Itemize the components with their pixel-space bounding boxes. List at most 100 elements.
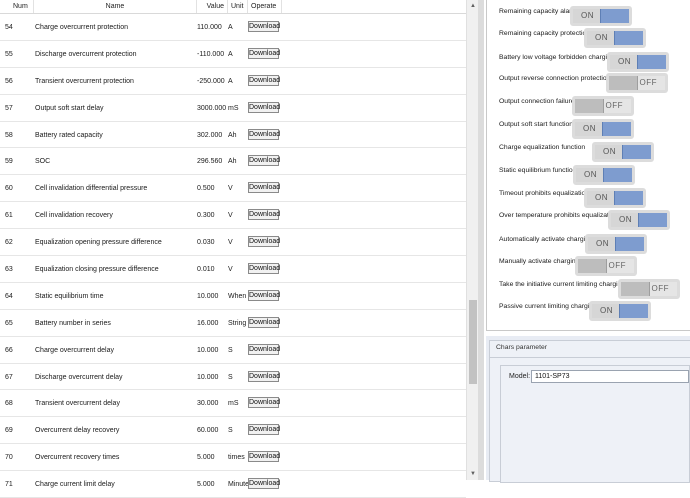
toggle-switch[interactable]: ON <box>585 234 647 254</box>
toggle-switch[interactable]: ON <box>584 188 646 208</box>
scroll-thumb[interactable] <box>469 300 477 384</box>
download-button[interactable]: Download <box>248 128 280 140</box>
table-header: Num Name Value Unit Operate <box>0 0 466 14</box>
row-name: Overcurrent recovery times <box>35 454 120 462</box>
table-row[interactable]: 54 Charge overcurrent protection 110.000 A D… <box>0 14 466 41</box>
row-value: 5.000 <box>197 454 215 462</box>
toggle-state-text: ON <box>584 170 597 179</box>
download-button[interactable]: Download <box>248 316 280 328</box>
toggle-state-text: ON <box>600 306 613 315</box>
toggle-state-text: ON <box>595 193 608 202</box>
toggle-knob <box>603 168 632 182</box>
header-name[interactable]: Name <box>34 0 197 13</box>
row-name: Battery rated capacity <box>35 131 103 139</box>
download-button[interactable]: Download <box>248 263 280 275</box>
table-row[interactable]: 68 Transient overcurrent delay 30.000 mS Dow… <box>0 390 466 418</box>
chars-parameter-group: Chars parameter Model: <box>489 340 690 483</box>
download-button[interactable]: Download <box>248 424 280 436</box>
switch-label: Passive current limiting charging <box>499 303 597 310</box>
download-button[interactable]: Download <box>248 289 280 301</box>
switch-label: Take the initiative current limiting cha… <box>499 281 626 288</box>
download-button[interactable]: Download <box>248 101 280 113</box>
download-button[interactable]: Download <box>248 155 280 167</box>
toggle-switch[interactable]: ON <box>592 142 654 162</box>
download-button[interactable]: Download <box>248 343 280 355</box>
toggle-state-text: ON <box>618 57 631 66</box>
table-row[interactable]: 61 Cell invalidation recovery 0.300 V Downlo… <box>0 202 466 230</box>
row-name: Cell invalidation recovery <box>35 212 113 220</box>
header-num[interactable]: Num <box>0 0 34 13</box>
header-operate[interactable]: Operate <box>248 0 282 13</box>
row-unit: V <box>228 266 233 274</box>
toggle-switch[interactable]: OFF <box>606 73 668 93</box>
toggle-switch[interactable]: ON <box>589 301 651 321</box>
toggle-knob <box>600 9 629 23</box>
table-row[interactable]: 57 Output soft start delay 3000.000 mS Downl… <box>0 95 466 122</box>
download-button[interactable]: Download <box>248 397 280 409</box>
table-row[interactable]: 65 Battery number in series 16.000 String Do… <box>0 310 466 337</box>
download-button[interactable]: Download <box>248 182 280 194</box>
table-row[interactable]: 69 Overcurrent delay recovery 60.000 S Downl… <box>0 417 466 445</box>
row-unit: S <box>228 346 233 354</box>
switch-label: Output soft start function <box>499 121 574 128</box>
table-row[interactable]: 66 Charge overcurrent delay 10.000 S Downloa… <box>0 337 466 364</box>
toggle-switch[interactable]: OFF <box>618 279 680 299</box>
toggle-switch[interactable]: ON <box>572 119 634 139</box>
panel-splitter[interactable] <box>478 0 484 480</box>
parameter-table-panel: Num Name Value Unit Operate 54 Charge ove… <box>0 0 480 498</box>
download-button[interactable]: Download <box>248 47 280 59</box>
toggle-switch[interactable]: OFF <box>575 256 637 276</box>
table-row[interactable]: 58 Battery rated capacity 302.000 Ah Downloa… <box>0 122 466 149</box>
toggle-switch[interactable]: ON <box>570 6 632 26</box>
switch-label: Timeout prohibits equalization <box>499 190 590 197</box>
download-button[interactable]: Download <box>248 451 280 463</box>
toggle-state-text: OFF <box>605 101 623 110</box>
row-value: 0.300 <box>197 212 215 220</box>
chars-parameter-panel: Chars parameter Model: <box>486 336 690 483</box>
row-num: 65 <box>5 319 13 327</box>
download-button[interactable]: Download <box>248 236 280 248</box>
toggle-switch[interactable]: OFF <box>572 96 634 116</box>
table-body: 54 Charge overcurrent protection 110.000 A D… <box>0 14 466 498</box>
toggle-knob <box>609 76 638 90</box>
table-row[interactable]: 55 Discharge overcurrent protection -110.0… <box>0 41 466 68</box>
table-row[interactable]: 56 Transient overcurrent protection -250.0… <box>0 68 466 95</box>
row-name: Cell invalidation differential pressure <box>35 185 148 193</box>
toggle-state-text: ON <box>603 147 616 156</box>
table-row[interactable]: 70 Overcurrent recovery times 5.000 times Do… <box>0 444 466 472</box>
row-num: 69 <box>5 427 13 435</box>
toggle-switch[interactable]: ON <box>607 52 669 72</box>
row-value: 10.000 <box>197 346 219 354</box>
table-row[interactable]: 60 Cell invalidation differential pressur… <box>0 175 466 203</box>
toggle-knob <box>578 259 607 273</box>
toggle-switch[interactable]: ON <box>573 165 635 185</box>
row-unit: Ah <box>228 158 237 166</box>
row-num: 70 <box>5 454 13 462</box>
switch-label: Static equilibrium function <box>499 167 577 174</box>
toggle-state-text: ON <box>619 215 632 224</box>
model-label: Model: <box>509 373 531 380</box>
download-button[interactable]: Download <box>248 74 280 86</box>
download-button[interactable]: Download <box>248 370 280 382</box>
table-row[interactable]: 67 Discharge overcurrent delay 10.000 S Down… <box>0 364 466 391</box>
model-input[interactable] <box>531 370 689 383</box>
toggle-switch[interactable]: ON <box>608 210 670 230</box>
download-button[interactable]: Download <box>248 209 280 221</box>
toggle-knob <box>637 55 666 69</box>
switch-label: Output reverse connection protection <box>499 75 611 82</box>
table-row[interactable]: 62 Equalization opening pressure differen… <box>0 229 466 257</box>
download-button[interactable]: Download <box>248 21 280 32</box>
row-unit: Minute <box>228 481 250 489</box>
table-row[interactable]: 71 Charge current limit delay 5.000 Minute D… <box>0 471 466 498</box>
toggle-knob <box>619 304 648 318</box>
table-row[interactable]: 63 Equalization closing pressure differen… <box>0 256 466 283</box>
chars-parameter-title: Chars parameter <box>496 344 547 351</box>
header-unit[interactable]: Unit <box>228 0 248 13</box>
header-value[interactable]: Value <box>196 0 228 13</box>
toggle-switch[interactable]: ON <box>584 28 646 48</box>
table-row[interactable]: 59 SOC 296.560 Ah Download <box>0 148 466 176</box>
row-name: Static equilibrium time <box>35 292 104 300</box>
row-name: Charge current limit delay <box>35 481 115 489</box>
row-name: Charge overcurrent delay <box>35 346 114 354</box>
table-row[interactable]: 64 Static equilibrium time 10.000 When Downl… <box>0 283 466 310</box>
